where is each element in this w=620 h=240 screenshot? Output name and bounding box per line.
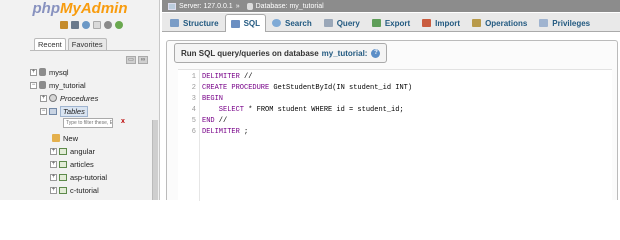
expand-icon[interactable]: + [40, 94, 47, 102]
search-icon [272, 19, 282, 27]
tree-item-angular[interactable]: + angular [50, 145, 95, 157]
table-icon [59, 160, 67, 168]
collapse-icon[interactable]: − [30, 81, 37, 89]
server-icon [168, 2, 176, 10]
query-icon [323, 19, 333, 27]
table-filter-input[interactable] [63, 118, 113, 128]
tree-item-c-tutorial[interactable]: + c-tutorial [50, 184, 99, 196]
tree-item-label: New [63, 133, 79, 143]
tree-item-label: Tables [60, 105, 88, 117]
navigation-panel: phpMyAdmin Recent Favorites ▭ ∞ + mysql … [0, 0, 160, 200]
nav-scrollbar[interactable] [152, 120, 158, 200]
code-line[interactable]: 2 CREATE PROCEDURE GetStudentById(IN stud… [178, 83, 412, 93]
tree-item-label: c-tutorial [70, 185, 99, 195]
help-icon[interactable] [82, 21, 90, 29]
collapse-icon[interactable]: − [40, 107, 47, 115]
breadcrumb-server[interactable]: Server: 127.0.0.1 [179, 3, 233, 10]
tab-divider [30, 50, 150, 51]
tab-query[interactable]: Query [318, 14, 366, 31]
logout-icon[interactable] [71, 21, 79, 29]
database-icon [39, 81, 46, 89]
tab-import[interactable]: Import [416, 14, 466, 31]
documentation-icon[interactable] [93, 21, 101, 29]
sql-icon [230, 19, 240, 28]
collapse-all-icon[interactable]: ▭ [126, 56, 136, 64]
tab-favorites[interactable]: Favorites [67, 38, 107, 50]
breadcrumb-separator: » [235, 2, 240, 10]
import-icon [422, 19, 432, 27]
tab-search[interactable]: Search [266, 14, 318, 31]
code-line[interactable]: 6 DELIMITER ; [178, 127, 248, 137]
tree-item-label: my_tutorial [49, 80, 86, 90]
tables-icon [49, 107, 57, 115]
expand-icon[interactable]: + [50, 186, 57, 194]
tree-item-procedures[interactable]: + Procedures [40, 92, 98, 104]
main-content: Run SQL query/queries on database my_tut… [162, 33, 620, 201]
table-icon [59, 147, 67, 155]
quick-links [60, 21, 123, 29]
expand-icon[interactable]: + [50, 173, 57, 181]
procedures-icon [49, 94, 57, 102]
tree-item-label: Procedures [60, 93, 99, 103]
code-line[interactable]: 1 DELIMITER // [178, 72, 253, 82]
tree-item-tables[interactable]: − Tables [40, 105, 88, 117]
tab-export[interactable]: Export [366, 14, 416, 31]
legend-text: Run SQL query/queries on database [181, 48, 319, 58]
expand-icon[interactable]: + [50, 147, 57, 155]
database-icon [39, 68, 46, 76]
tree-item-new[interactable]: New [52, 132, 78, 144]
structure-icon [170, 19, 179, 27]
privileges-icon [539, 19, 549, 27]
main-tabs: Structure SQL Search Query Export Import… [162, 13, 620, 32]
code-line[interactable]: 4 SELECT * FROM student WHERE id = stude… [178, 105, 404, 115]
tree-item-label: articles [70, 159, 94, 169]
export-icon [371, 19, 381, 27]
tree-item-label: angular [70, 146, 96, 156]
help-icon[interactable]: ? [371, 48, 381, 58]
tree-item-label: asp-tutorial [70, 172, 108, 182]
tree-item-mysql[interactable]: + mysql [30, 66, 69, 78]
table-icon [59, 173, 67, 181]
phpmyadmin-logo[interactable]: phpMyAdmin [0, 0, 159, 18]
tab-privileges[interactable]: Privileges [533, 14, 596, 31]
tab-sql[interactable]: SQL [224, 14, 267, 32]
expand-icon[interactable]: + [50, 160, 57, 168]
code-line[interactable]: 5 END // [178, 116, 227, 126]
tree-controls: ▭ ∞ [126, 56, 148, 64]
legend-database-link[interactable]: my_tutorial: [322, 49, 368, 58]
settings-icon[interactable] [104, 21, 112, 29]
expand-icon[interactable]: + [30, 68, 37, 76]
breadcrumb-database[interactable]: Database: my_tutorial [256, 3, 324, 10]
new-table-icon [52, 134, 60, 142]
clear-filter-icon[interactable]: x [121, 118, 125, 125]
reload-icon[interactable] [115, 21, 123, 29]
tree-item-label: mysql [49, 67, 69, 77]
home-icon[interactable] [60, 21, 68, 29]
breadcrumb: Server: 127.0.0.1 » Database: my_tutoria… [162, 0, 620, 12]
tab-recent[interactable]: Recent [34, 38, 66, 50]
database-icon [246, 2, 253, 10]
table-icon [59, 186, 67, 194]
tree-item-my-tutorial[interactable]: − my_tutorial [30, 79, 86, 91]
tab-structure[interactable]: Structure [164, 14, 225, 31]
sql-editor[interactable]: 1 DELIMITER // 2 CREATE PROCEDURE GetStude… [178, 69, 612, 201]
tree-item-asp-tutorial[interactable]: + asp-tutorial [50, 171, 107, 183]
recent-favorites-tabs: Recent Favorites [34, 38, 107, 50]
tab-operations[interactable]: Operations [466, 14, 533, 31]
link-with-main-icon[interactable]: ∞ [138, 56, 148, 64]
operations-icon [472, 19, 482, 27]
sql-box-legend: Run SQL query/queries on database my_tut… [174, 43, 388, 63]
code-line[interactable]: 3 BEGIN [178, 94, 223, 104]
tree-item-articles[interactable]: + articles [50, 158, 94, 170]
